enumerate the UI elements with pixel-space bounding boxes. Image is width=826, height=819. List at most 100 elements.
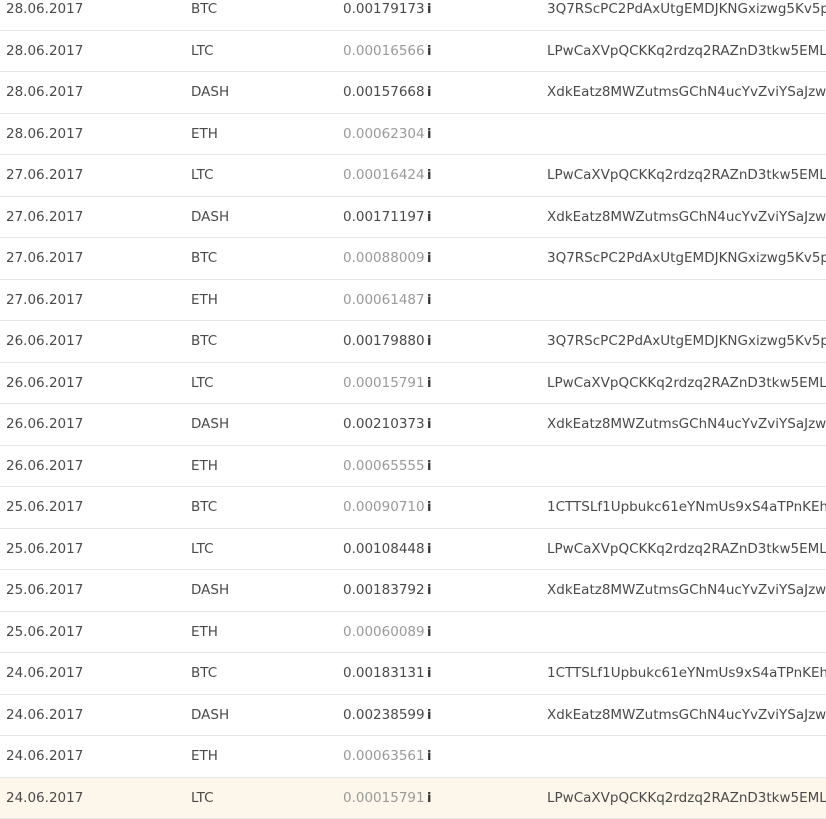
payout-amount: 0.00210373 — [343, 404, 425, 446]
info-icon[interactable]: i — [427, 31, 431, 73]
currency-code: DASH — [191, 197, 229, 239]
wallet-address: XdkEatz8MWZutmsGChN4ucYvZviYSaJzwQ — [547, 72, 826, 114]
table-row: 25.06.2017 BTC 0.00090710i 1CTTSLf1Upbukc61… — [0, 487, 826, 529]
table-row: 28.06.2017 ETH 0.00062304i — [0, 114, 826, 156]
wallet-address: XdkEatz8MWZutmsGChN4ucYvZviYSaJzwQ — [547, 570, 826, 612]
info-icon[interactable]: i — [427, 0, 431, 31]
table-row: 24.06.2017 DASH 0.00238599i XdkEatz8MWZutms… — [0, 695, 826, 737]
table-row: 26.06.2017 LTC 0.00015791i LPwCaXVpQCKKq2rd… — [0, 363, 826, 405]
payout-date: 26.06.2017 — [6, 321, 83, 363]
payout-amount: 0.00015791 — [343, 363, 425, 405]
info-icon[interactable]: i — [427, 529, 431, 571]
info-icon[interactable]: i — [427, 155, 431, 197]
payout-date: 27.06.2017 — [6, 280, 83, 322]
info-icon[interactable]: i — [427, 114, 431, 156]
payout-amount: 0.00183131 — [343, 653, 425, 695]
table-row: 24.06.2017ETH0.00063561i — [0, 736, 826, 778]
table-row: 25.06.2017 LTC 0.00108448i LPwCaXVpQCKKq2rd… — [0, 529, 826, 571]
payout-date: 28.06.2017 — [6, 114, 83, 156]
payout-date: 24.06.2017 — [6, 778, 83, 819]
table-row: 26.06.2017 BTC 0.00179880i 3Q7RScPC2PdAxUtg… — [0, 321, 826, 363]
info-icon[interactable]: i — [427, 72, 431, 114]
payout-date: 28.06.2017 — [6, 72, 83, 114]
payout-date: 24.06.2017 — [6, 695, 83, 737]
info-icon[interactable]: i — [427, 612, 431, 654]
payout-amount: 0.00016566 — [343, 31, 425, 73]
currency-code: BTC — [191, 487, 217, 529]
payout-amount: 0.00108448 — [343, 529, 425, 571]
payout-amount: 0.00016424 — [343, 155, 425, 197]
payout-amount: 0.00062304 — [343, 114, 425, 156]
currency-code: DASH — [191, 570, 229, 612]
wallet-address: LPwCaXVpQCKKq2rdzq2RAZnD3tkw5EML9Z — [547, 155, 826, 197]
currency-code: LTC — [191, 778, 214, 819]
currency-code: ETH — [191, 114, 218, 156]
info-icon[interactable]: i — [427, 446, 431, 488]
table-row: 25.06.2017DASH0.00183792iXdkEatz8MWZutms… — [0, 570, 826, 612]
info-icon[interactable]: i — [427, 238, 431, 280]
info-icon[interactable]: i — [427, 736, 431, 778]
currency-code: LTC — [191, 529, 214, 571]
currency-code: BTC — [191, 238, 217, 280]
currency-code: BTC — [191, 653, 217, 695]
info-icon[interactable]: i — [427, 321, 431, 363]
payout-date: 28.06.2017 — [6, 0, 83, 31]
wallet-address: XdkEatz8MWZutmsGChN4ucYvZviYSaJzwQ — [547, 695, 826, 737]
payout-date: 26.06.2017 — [6, 446, 83, 488]
info-icon[interactable]: i — [427, 487, 431, 529]
payout-amount: 0.00157668 — [343, 72, 425, 114]
payout-amount: 0.00183792 — [343, 570, 425, 612]
info-icon[interactable]: i — [427, 404, 431, 446]
table-row: 27.06.2017ETH0.00061487i — [0, 280, 826, 322]
table-row: 27.06.2017 DASH 0.00171197i XdkEatz8MWZutms… — [0, 197, 826, 239]
payout-amount: 0.00238599 — [343, 695, 425, 737]
currency-code: ETH — [191, 612, 218, 654]
wallet-address: 3Q7RScPC2PdAxUtgEMDJKNGxizwg5Kv5pU — [547, 321, 826, 363]
payout-date: 27.06.2017 — [6, 155, 83, 197]
currency-code: DASH — [191, 72, 229, 114]
table-row: 24.06.2017LTC0.00015791iLPwCaXVpQCKKq2rd… — [0, 778, 826, 819]
table-row: 28.06.2017LTC0.00016566iLPwCaXVpQCKKq2rd… — [0, 31, 826, 73]
currency-code: ETH — [191, 280, 218, 322]
table-row: 24.06.2017BTC0.00183131i1CTTSLf1Upbukc61… — [0, 653, 826, 695]
wallet-address: LPwCaXVpQCKKq2rdzq2RAZnD3tkw5EML9Z — [547, 529, 826, 571]
payout-date: 25.06.2017 — [6, 529, 83, 571]
payout-date: 27.06.2017 — [6, 197, 83, 239]
info-icon[interactable]: i — [427, 653, 431, 695]
payout-amount: 0.00088009 — [343, 238, 425, 280]
currency-code: LTC — [191, 155, 214, 197]
payout-amount: 0.00063561 — [343, 736, 425, 778]
currency-code: BTC — [191, 321, 217, 363]
info-icon[interactable]: i — [427, 570, 431, 612]
info-icon[interactable]: i — [427, 695, 431, 737]
wallet-address: 3Q7RScPC2PdAxUtgEMDJKNGxizwg5Kv5pU — [547, 238, 826, 280]
currency-code: DASH — [191, 404, 229, 446]
info-icon[interactable]: i — [427, 280, 431, 322]
wallet-address: XdkEatz8MWZutmsGChN4ucYvZviYSaJzwQ — [547, 197, 826, 239]
info-icon[interactable]: i — [427, 197, 431, 239]
payout-amount: 0.00065555 — [343, 446, 425, 488]
wallet-address: LPwCaXVpQCKKq2rdzq2RAZnD3tkw5EML9Z — [547, 778, 826, 819]
payout-amount: 0.00171197 — [343, 197, 425, 239]
info-icon[interactable]: i — [427, 363, 431, 405]
table-row: 27.06.2017 LTC 0.00016424i LPwCaXVpQCKKq2rd… — [0, 155, 826, 197]
wallet-address: 3Q7RScPC2PdAxUtgEMDJKNGxizwg5Kv5pU — [547, 0, 826, 31]
payout-amount: 0.00179880 — [343, 321, 425, 363]
info-icon[interactable]: i — [427, 778, 431, 819]
currency-code: BTC — [191, 0, 217, 31]
payout-date: 28.06.2017 — [6, 31, 83, 73]
payout-date: 26.06.2017 — [6, 363, 83, 405]
currency-code: DASH — [191, 695, 229, 737]
table-row: 27.06.2017BTC0.00088009i3Q7RScPC2PdAxUtg… — [0, 238, 826, 280]
payout-amount: 0.00179173 — [343, 0, 425, 31]
payout-date: 25.06.2017 — [6, 487, 83, 529]
currency-code: ETH — [191, 446, 218, 488]
wallet-address: LPwCaXVpQCKKq2rdzq2RAZnD3tkw5EML9Z — [547, 363, 826, 405]
wallet-address: 1CTTSLf1Upbukc61eYNmUs9xS4aTPnKEhQ — [547, 487, 826, 529]
table-row: 28.06.2017 BTC 0.00179173i 3Q7RScPC2PdAxUtg… — [0, 0, 826, 31]
table-row: 28.06.2017 DASH 0.00157668i XdkEatz8MWZutms… — [0, 72, 826, 114]
transactions-table: 28.06.2017BTC0.00179173i3Q7RScPC2PdAxUtg… — [0, 0, 826, 819]
payout-amount: 0.00090710 — [343, 487, 425, 529]
currency-code: LTC — [191, 363, 214, 405]
wallet-address: LPwCaXVpQCKKq2rdzq2RAZnD3tkw5EML9Z — [547, 31, 826, 73]
